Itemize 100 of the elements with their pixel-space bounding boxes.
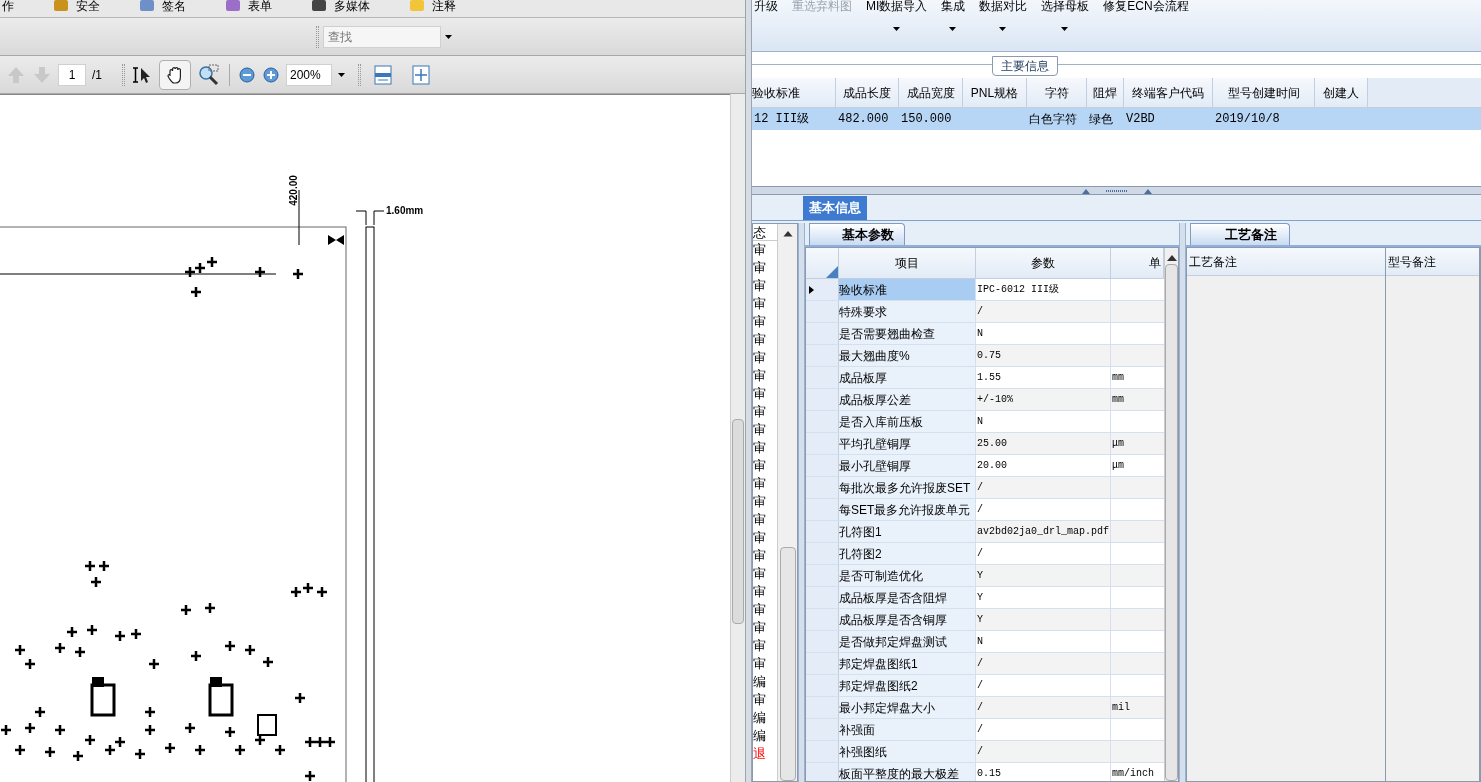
table-row[interactable]: 是否需要翘曲检查 N [806,323,1164,345]
table-row[interactable]: 平均孔壁铜厚 25.00 μm [806,433,1164,455]
list-item[interactable]: 审 [753,583,778,601]
table-row[interactable]: 每批次最多允许报废SET / [806,477,1164,499]
table-cell: av2bd02ja0_drl_map.pdf [976,521,1111,542]
table-row[interactable]: 验收标准 IPC-6012 III级 [806,279,1164,301]
column-header[interactable]: 验收标准 [752,78,836,107]
list-item[interactable]: 审 [753,313,778,331]
menu-button[interactable]: 表单 [224,0,272,12]
list-item[interactable]: 审 [753,565,778,583]
list-item[interactable]: 审 [753,511,778,529]
table-row[interactable]: 补强图纸 / [806,741,1164,763]
ribbon-button[interactable]: 数据对比 [979,0,1028,32]
list-item[interactable]: 审 [753,259,778,277]
tab[interactable]: 工艺备注 [1190,223,1290,245]
list-item[interactable]: 审 [753,475,778,493]
tab[interactable]: 基本信息 [803,196,867,220]
column-header[interactable]: PNL规格 [963,78,1027,107]
menu-button[interactable]: 多媒体 [310,0,370,12]
list-item[interactable]: 审 [753,457,778,475]
scrollbar[interactable] [777,224,797,781]
list-item[interactable]: 审 [753,439,778,457]
table-row[interactable]: 最小孔壁铜厚 20.00 μm [806,455,1164,477]
splitter[interactable] [1179,223,1186,782]
table-row[interactable]: 补强面 / [806,719,1164,741]
list-item[interactable]: 审 [753,493,778,511]
table-row[interactable]: 12 III级 482.000 150.000 白色字符 绿色 V2BD 2019/10/8 [752,108,1481,130]
table-row[interactable]: 孔符图1 av2bd02ja0_drl_map.pdf [806,521,1164,543]
table-row[interactable]: 每SET最多允许报废单元 / [806,499,1164,521]
list-item[interactable]: 审 [753,691,778,709]
note-area[interactable] [1187,276,1385,781]
column-header[interactable]: 项目 [839,248,976,278]
hand-tool-button[interactable] [159,59,191,90]
list-item[interactable]: 审 [753,277,778,295]
list-item[interactable]: 审 [753,637,778,655]
scrollbar[interactable] [1164,248,1178,781]
table-row[interactable]: 成品板厚公差 +/-10% mm [806,389,1164,411]
menu-button[interactable]: 注释 [408,0,456,12]
table-cell: / [976,653,1111,674]
column-header[interactable]: 阻焊 [1087,78,1124,107]
table-row[interactable]: 最大翘曲度% 0.75 [806,345,1164,367]
table-row[interactable]: 最小邦定焊盘大小 / mil [806,697,1164,719]
list-item[interactable]: 审 [753,367,778,385]
table-row[interactable]: 成品板厚是否含铜厚 Y [806,609,1164,631]
scrollbar[interactable] [730,94,745,782]
ribbon-button[interactable]: 集成 [941,0,966,32]
zoom-field[interactable]: 200% [286,63,332,86]
ribbon-button[interactable]: MI数据导入 [866,0,928,32]
list-item[interactable]: 审 [753,547,778,565]
table-row[interactable]: 成品板厚 1.55 mm [806,367,1164,389]
list-item[interactable]: 审 [753,241,778,259]
menu-button[interactable]: 签名 [138,0,186,12]
row-selector[interactable] [806,279,839,300]
table-row[interactable]: 特殊要求 / [806,301,1164,323]
splitter[interactable] [745,0,752,782]
list-item[interactable]: 编 [753,709,778,727]
down-arrow-icon [32,64,52,85]
list-item[interactable]: 审 [753,385,778,403]
page-field[interactable]: 1 [58,63,86,86]
menu-button[interactable]: 安全 [52,0,100,12]
table-row[interactable]: 是否可制造优化 Y [806,565,1164,587]
column-header[interactable]: 工艺备注 [1187,248,1385,276]
table-row[interactable]: 邦定焊盘图纸2 / [806,675,1164,697]
table-row[interactable]: 孔符图2 / [806,543,1164,565]
column-header[interactable]: 参数 [976,248,1111,278]
list-item[interactable]: 审 [753,655,778,673]
list-item[interactable]: 编 [753,673,778,691]
column-header[interactable]: 字符 [1027,78,1087,107]
ribbon-button[interactable]: 选择母板 [1041,0,1090,32]
table-row[interactable]: 邦定焊盘图纸1 / [806,653,1164,675]
column-header[interactable]: 成品宽度 [899,78,963,107]
ribbon-button[interactable]: 修复ECN会流程 [1103,0,1189,12]
table-cell-text: 150.000 [900,111,953,128]
table-row[interactable]: 成品板厚是否含阻焊 Y [806,587,1164,609]
column-header[interactable]: 终端客户代码 [1124,78,1213,107]
menu-button[interactable]: 作 [2,0,14,12]
list-item[interactable]: 审 [753,349,778,367]
tab[interactable]: 基本参数 [809,223,905,245]
splitter[interactable] [752,186,1481,195]
table-cell: 补强图纸 [839,741,976,762]
list-item[interactable]: 审 [753,529,778,547]
fit-page-icon [411,64,431,85]
list-item[interactable]: 审 [753,331,778,349]
list-item[interactable]: 审 [753,619,778,637]
list-item[interactable]: 审 [753,601,778,619]
list-item[interactable]: 审 [753,295,778,313]
find-field[interactable]: 查找 [323,25,441,48]
column-header[interactable]: 成品长度 [836,78,899,107]
table-cell: / [976,543,1111,564]
table-cell: Y [976,565,1111,586]
table-row[interactable]: 是否做邦定焊盘测试 N [806,631,1164,653]
table-row[interactable]: 是否入库前压板 N [806,411,1164,433]
column-header[interactable]: 型号创建时间 [1213,78,1315,107]
list-item[interactable]: 审 [753,421,778,439]
note-area[interactable] [1386,276,1479,781]
list-item[interactable]: 退 [753,745,778,763]
list-item[interactable]: 审 [753,403,778,421]
list-item[interactable]: 编 [753,727,778,745]
column-header[interactable]: 型号备注 [1386,248,1479,276]
ribbon-button[interactable]: 升级 [754,0,778,12]
